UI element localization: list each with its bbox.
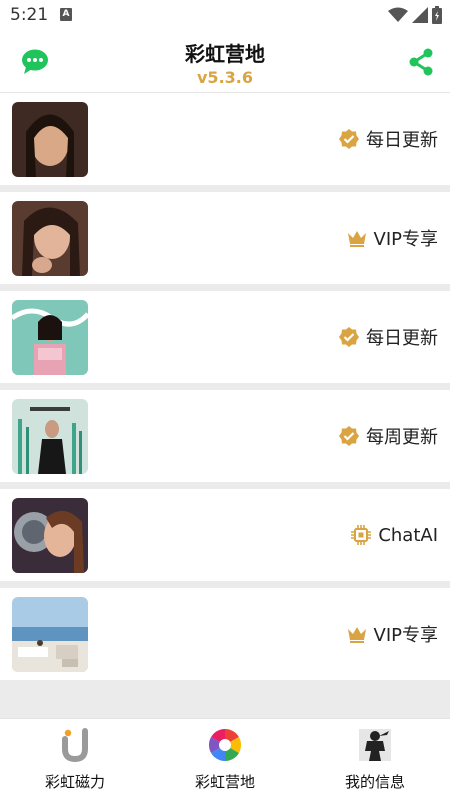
- thumbnail-image: [12, 300, 88, 375]
- signal-icon: [412, 7, 428, 23]
- notification-icon: A: [60, 8, 72, 21]
- badge-label: VIP专享: [373, 229, 438, 250]
- thumbnail-image: [12, 201, 88, 276]
- crown-icon: [347, 231, 366, 247]
- thumbnail-image: [12, 597, 88, 672]
- verified-icon: [339, 129, 359, 149]
- list-item[interactable]: VIP专享: [0, 588, 450, 680]
- bottom-nav: 彩虹磁力 彩虹营地 我的信息: [0, 718, 450, 800]
- page-title: 彩虹营地: [185, 42, 265, 66]
- list-item[interactable]: 每日更新: [0, 291, 450, 383]
- status-bar: 5:21 A: [0, 0, 450, 30]
- thumbnail-image: [12, 399, 88, 474]
- chip-icon: [351, 525, 372, 545]
- nav-label: 彩虹磁力: [44, 773, 105, 791]
- status-icons: [388, 6, 442, 24]
- card-badge: VIP专享: [346, 588, 438, 680]
- list-item[interactable]: 每日更新: [0, 93, 450, 185]
- thumbnail-image: [12, 498, 88, 573]
- card-badge: 每日更新: [338, 93, 438, 185]
- magnet-u-icon: [62, 728, 88, 763]
- nav-item-camp[interactable]: 彩虹营地: [150, 719, 300, 800]
- card-badge: ChatAI: [350, 489, 438, 581]
- card-badge: 每日更新: [338, 291, 438, 383]
- app-header: 彩虹营地 v5.3.6: [0, 30, 450, 93]
- badge-label: VIP专享: [373, 625, 438, 646]
- list-item[interactable]: 每周更新: [0, 390, 450, 482]
- nav-item-magnet[interactable]: 彩虹磁力: [0, 719, 150, 800]
- app-version: v5.3.6: [197, 68, 253, 87]
- badge-label: 每周更新: [366, 427, 438, 448]
- nav-item-profile[interactable]: 我的信息: [300, 719, 450, 800]
- nav-label: 彩虹营地: [194, 773, 255, 791]
- thumbnail-image: [12, 102, 88, 177]
- battery-icon: [432, 6, 442, 24]
- badge-label: ChatAI: [378, 524, 438, 546]
- share-icon: [409, 48, 433, 76]
- nav-label: 我的信息: [344, 773, 405, 791]
- card-badge: VIP专享: [346, 192, 438, 284]
- verified-icon: [339, 426, 359, 446]
- status-time: 5:21: [10, 5, 49, 25]
- wifi-icon: [388, 7, 408, 22]
- list-item[interactable]: ChatAI: [0, 489, 450, 581]
- card-badge: 每周更新: [338, 390, 438, 482]
- crown-icon: [347, 627, 366, 643]
- badge-label: 每日更新: [366, 130, 438, 151]
- badge-label: 每日更新: [366, 328, 438, 349]
- share-button[interactable]: [408, 48, 434, 76]
- category-list: 每日更新 VIP专享 每日更新 每周更新 ChatAI VIP专享: [0, 93, 450, 687]
- list-item[interactable]: VIP专享: [0, 192, 450, 284]
- ninja-avatar-icon: [359, 729, 391, 761]
- verified-icon: [339, 327, 359, 347]
- rainbow-aperture-icon: [208, 728, 242, 762]
